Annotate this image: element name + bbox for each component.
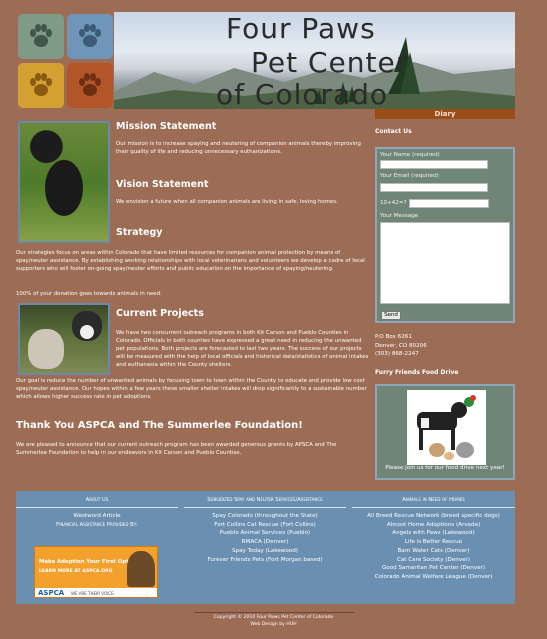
furever-friends-link[interactable]: Furever Friends Pets (Fort Morgan based)	[184, 556, 346, 565]
cat-white-chest	[80, 325, 94, 339]
vision-text: We envision a future when all companion …	[116, 199, 338, 205]
site-title-line-2: Pet Center	[251, 46, 409, 79]
westword-article-link[interactable]: Westword Article	[16, 512, 178, 521]
angels-with-paws-link[interactable]: Angels with Paws (Lakewood)	[352, 529, 515, 538]
current-projects-heading: Current Projects	[116, 308, 204, 319]
address-line-2: Denver, CO 80206	[375, 342, 427, 349]
captcha-label: 10+42=?	[380, 200, 407, 206]
site-header: Four Paws Pet Center of Colorado	[16, 12, 515, 109]
life-is-better-rescue-link[interactable]: Life is Better Rescue	[352, 538, 515, 547]
animals-in-need-heading: Animals in Need of Homes	[352, 491, 515, 508]
donation-note: 100% of your donation goes towards anima…	[16, 291, 162, 297]
vision-heading: Vision Statement	[116, 179, 209, 190]
paw-icon	[18, 63, 64, 108]
footer-column-animals-in-need: Animals in Need of Homes All Breed Rescu…	[352, 491, 515, 582]
ad-cat-image	[127, 551, 155, 587]
good-samaritan-link[interactable]: Good Samaritan Pet Center (Denver)	[352, 564, 515, 573]
food-drive-panel: Please join us for our food drive next y…	[375, 384, 515, 480]
ad-subline: LEARN MORE AT ASPCA.ORG	[39, 569, 113, 574]
mission-text: Our mission is to increase spaying and n…	[116, 141, 361, 155]
grey-cat-shape	[28, 329, 64, 369]
aspca-tagline: WE ARE THEIR VOICE.	[71, 591, 115, 596]
send-button[interactable]: Send	[381, 311, 401, 320]
mountain-banner: Four Paws Pet Center of Colorado	[114, 12, 515, 109]
copyright-divider	[193, 612, 354, 613]
phone-number: (303) 868-2247	[375, 351, 419, 357]
paw-logo	[16, 12, 114, 109]
almost-home-adoptions-link[interactable]: Almost Home Adoptions (Arvada)	[352, 521, 515, 530]
about-us-heading[interactable]: About Us	[16, 491, 178, 508]
spay-neuter-heading: Subsidized Spay and Neuter Services/Assi…	[184, 491, 346, 508]
pets-group-image	[407, 390, 486, 465]
rmaca-link[interactable]: RMACA (Denver)	[184, 538, 346, 547]
thanks-heading: Thank You ASPCA and The Summerlee Founda…	[16, 420, 303, 431]
food-drive-heading: Furry Friends Food Drive	[375, 369, 459, 376]
site-title-line-1: Four Paws	[226, 12, 376, 45]
site-title-line-3: of Colorado	[216, 78, 389, 109]
fort-collins-cat-rescue-link[interactable]: Fort Collins Cat Rescue (Fort Collins)	[184, 521, 346, 530]
current-projects-text-1: We have two concurrent outreach programs…	[116, 330, 369, 368]
footer-column-spay-neuter: Subsidized Spay and Neuter Services/Assi…	[184, 491, 346, 564]
paw-icon	[67, 63, 113, 108]
barn-water-cats-link[interactable]: Barn Water Cats (Denver)	[352, 547, 515, 556]
copyright-block: Copyright © 2010 Four Paws Pet Center of…	[0, 612, 547, 628]
captcha-input[interactable]	[409, 199, 489, 208]
aspca-brand: ASPCA	[38, 589, 65, 597]
all-breed-rescue-link[interactable]: All Breed Rescue Network (breed specific…	[352, 512, 515, 521]
contact-form: Your Name (required) Your Email (require…	[375, 147, 515, 323]
aspca-logo: ASPCA WE ARE THEIR VOICE.	[35, 588, 157, 597]
email-input[interactable]	[380, 183, 488, 192]
financial-assistance-label: Financial Assistance Provided By:	[56, 521, 138, 528]
colorado-animal-welfare-link[interactable]: Colorado Animal Welfare League (Denver)	[352, 573, 515, 582]
name-input[interactable]	[380, 160, 488, 169]
footer: About Us Westword Article Financial Assi…	[16, 491, 515, 604]
food-drive-text: Please join us for our food drive next y…	[385, 465, 505, 471]
cat-care-society-link[interactable]: Cat Care Society (Denver)	[352, 556, 515, 565]
diary-link[interactable]: Diary	[375, 109, 515, 119]
message-label: Your Message	[380, 213, 419, 219]
name-label: Your Name (required)	[380, 152, 440, 158]
black-dog-photo	[18, 121, 110, 243]
current-projects-text-2: Our goal is reduce the number of unwante…	[16, 378, 367, 400]
strategy-heading: Strategy	[116, 227, 163, 238]
mailing-address: P.O Box 6261 Denver, CO 80206 (303) 868-…	[375, 333, 427, 359]
mission-heading: Mission Statement	[116, 121, 217, 132]
footer-column-about: About Us Westword Article Financial Assi…	[16, 491, 178, 529]
aspca-ad-banner[interactable]: Make Adoption Your First Option® LEARN M…	[34, 546, 158, 598]
strategy-text: Our strategies focus on areas within Col…	[16, 250, 365, 272]
web-design-credit[interactable]: Web Design by HUH	[0, 622, 547, 629]
cats-photo	[18, 303, 110, 375]
thanks-text: We are pleased to announce that our curr…	[16, 442, 337, 456]
spay-today-link[interactable]: Spay Today (Lakewood)	[184, 547, 346, 556]
contact-heading: Contact Us	[375, 128, 412, 135]
spay-colorado-link[interactable]: Spay Colorado (throughout the State)	[184, 512, 346, 521]
email-label: Your Email (required)	[380, 173, 439, 179]
paw-icon	[67, 14, 113, 59]
message-textarea[interactable]	[380, 222, 510, 304]
address-line-1: P.O Box 6261	[375, 334, 412, 340]
paw-icon	[18, 14, 64, 59]
pueblo-animal-services-link[interactable]: Pueblo Animal Services (Pueblo)	[184, 529, 346, 538]
